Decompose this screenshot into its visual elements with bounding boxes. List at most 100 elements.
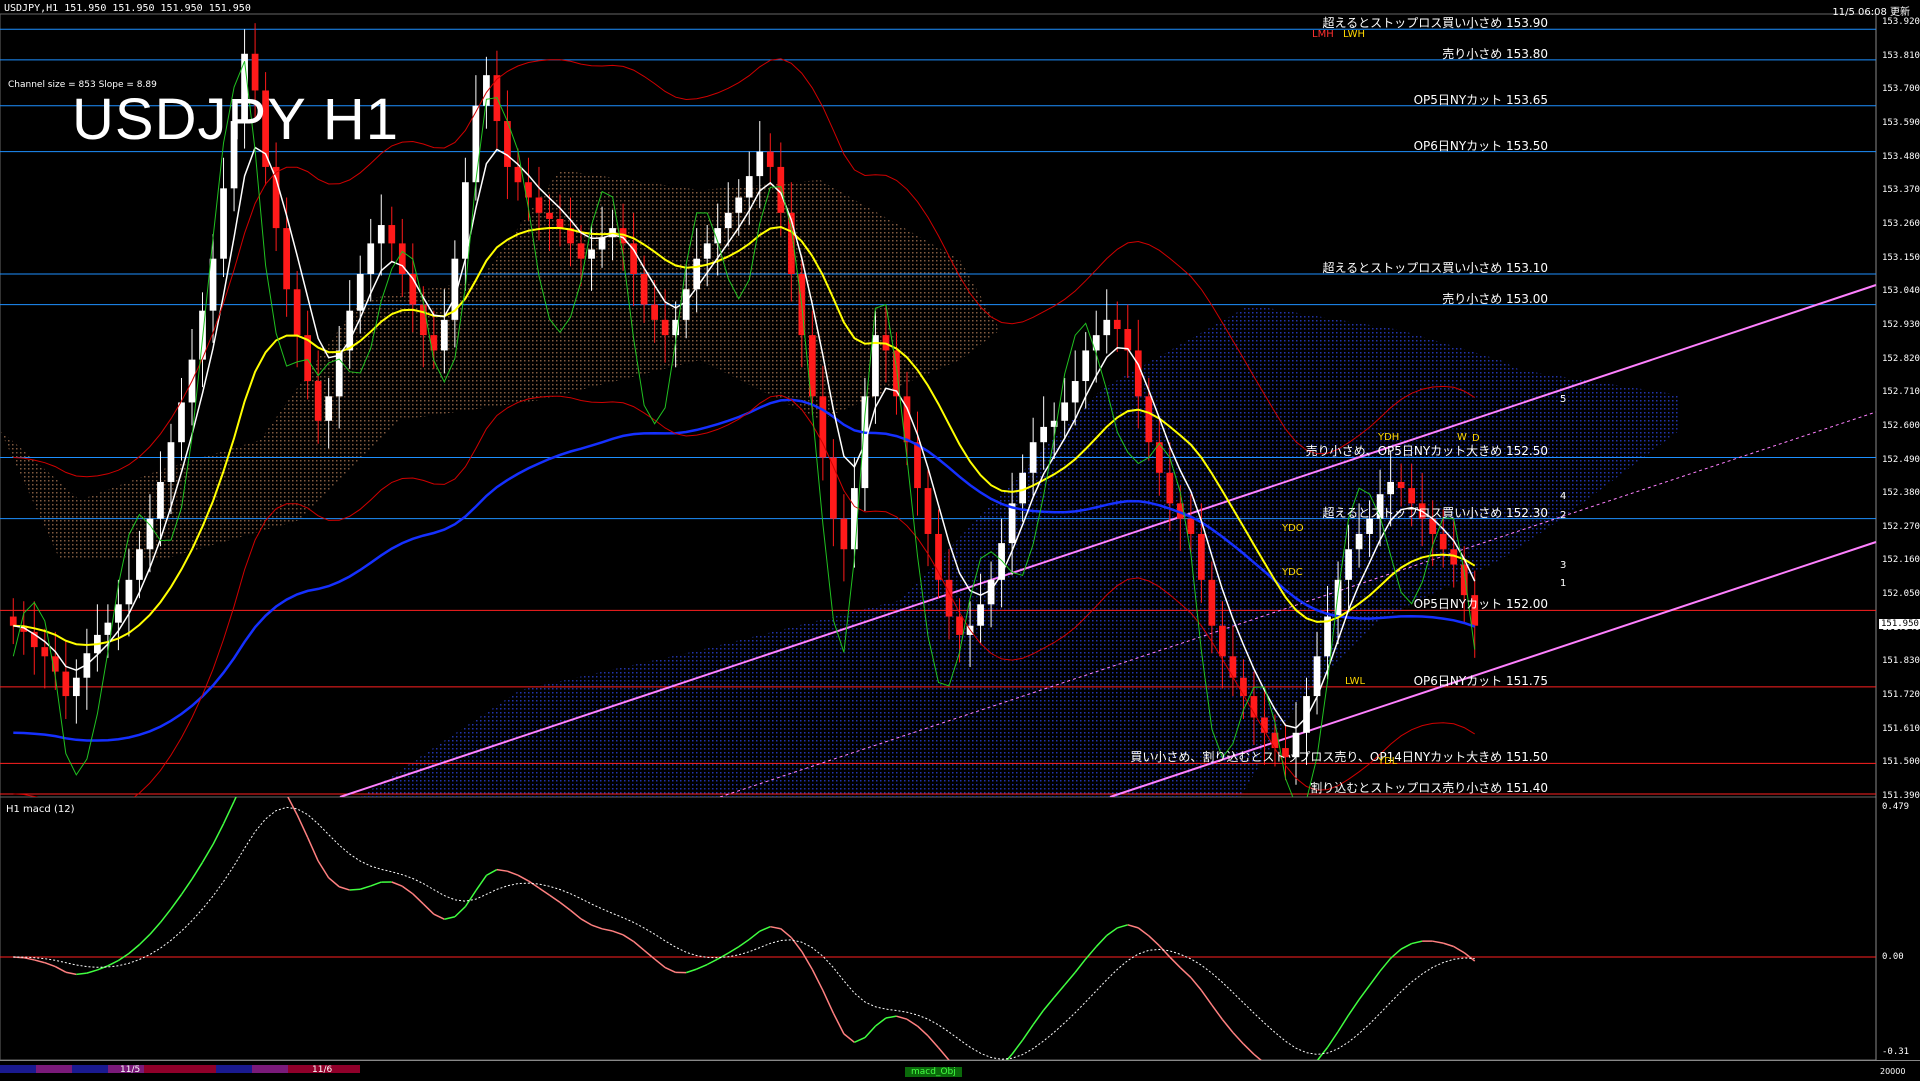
macd-line-segment bbox=[613, 931, 624, 935]
candle-body bbox=[178, 402, 185, 442]
macd-line-segment bbox=[224, 801, 235, 823]
macd-line-segment bbox=[907, 1019, 918, 1026]
macd-line-segment bbox=[581, 919, 592, 925]
macd-line-segment bbox=[1075, 959, 1086, 972]
candle-body bbox=[73, 678, 80, 696]
macd-line-segment bbox=[812, 970, 823, 991]
candle-body bbox=[473, 106, 480, 182]
macd-line-segment bbox=[781, 929, 792, 938]
price-tick-label: 152.820 bbox=[1882, 354, 1920, 364]
price-tick-label: 153.920 bbox=[1882, 17, 1920, 27]
macd-line-segment bbox=[1191, 978, 1202, 991]
macd-line-segment bbox=[791, 938, 802, 952]
macd-line-segment bbox=[1054, 985, 1065, 997]
macd-line-segment bbox=[139, 934, 150, 944]
candle-body bbox=[1124, 329, 1131, 350]
ydh-label: YDH bbox=[1378, 432, 1399, 443]
current-price-box: 151.950 bbox=[1879, 619, 1920, 629]
price-tick-label: 152.050 bbox=[1882, 589, 1920, 599]
bottom-axis-right-label: 20000 bbox=[1880, 1067, 1905, 1076]
price-tick-label: 152.710 bbox=[1882, 387, 1920, 397]
candle-body bbox=[336, 350, 343, 396]
macd-line-segment bbox=[1065, 972, 1076, 985]
macd-line-segment bbox=[1443, 943, 1454, 946]
macd-line-segment bbox=[34, 960, 45, 963]
candle-body bbox=[515, 167, 522, 182]
macd-axis-zero: 0.00 bbox=[1882, 952, 1904, 962]
macd-object-tab[interactable]: macd_Obj bbox=[905, 1067, 962, 1077]
macd-line-segment bbox=[1380, 958, 1391, 971]
macd-line-segment bbox=[644, 950, 655, 959]
candle-body bbox=[1356, 534, 1363, 549]
level-label: 売り小さめ 153.80 bbox=[1442, 45, 1548, 62]
candle-body bbox=[1251, 696, 1258, 717]
macd-line-segment bbox=[1180, 968, 1191, 978]
symbol-header: USDJPY,H1 151.950 151.950 151.950 151.95… bbox=[4, 3, 251, 14]
level-label: OP6日NYカット 153.50 bbox=[1414, 137, 1548, 154]
macd-line-segment bbox=[455, 907, 466, 917]
level-label: 売り小さめ 153.00 bbox=[1442, 290, 1548, 307]
candle-body bbox=[1398, 482, 1405, 488]
macd-line-segment bbox=[1128, 925, 1139, 928]
candle-body bbox=[62, 672, 69, 696]
price-tick-label: 153.260 bbox=[1882, 219, 1920, 229]
macd-signal-line bbox=[13, 807, 1474, 1059]
macd-line-segment bbox=[318, 861, 329, 878]
macd-line-segment bbox=[1096, 935, 1107, 946]
ydc-label: YDC bbox=[1282, 567, 1303, 578]
candle-body bbox=[273, 167, 280, 228]
lwh-label: LWH bbox=[1343, 29, 1365, 40]
macd-line-segment bbox=[413, 894, 424, 904]
macd-line-segment bbox=[1222, 1019, 1233, 1032]
macd-line-segment bbox=[287, 797, 298, 815]
candle-body bbox=[746, 176, 753, 197]
price-tick-label: 151.720 bbox=[1882, 690, 1920, 700]
level-label: 売り小さめ、OP5日NYカット大きめ 152.50 bbox=[1306, 442, 1548, 459]
macd-line-segment bbox=[434, 914, 445, 919]
session-color-strip bbox=[0, 1065, 360, 1073]
candle-body bbox=[704, 243, 711, 258]
candle-body bbox=[735, 198, 742, 213]
candle-body bbox=[105, 623, 112, 635]
candle-body bbox=[683, 289, 690, 320]
macd-line-segment bbox=[55, 967, 66, 973]
macd-line-segment bbox=[1359, 985, 1370, 999]
macd-chart[interactable] bbox=[0, 797, 1920, 1060]
macd-line-segment bbox=[886, 1016, 897, 1018]
candle-body bbox=[1209, 580, 1216, 626]
macd-line-segment bbox=[297, 815, 308, 838]
macd-line-segment bbox=[1033, 1010, 1044, 1025]
candle-body bbox=[1187, 519, 1194, 534]
candle-body bbox=[1387, 482, 1394, 494]
macd-line-segment bbox=[592, 925, 603, 929]
macd-line-segment bbox=[939, 1048, 950, 1060]
candle-body bbox=[367, 243, 374, 274]
macd-line-segment bbox=[560, 902, 571, 910]
candle-body bbox=[557, 219, 564, 228]
macd-line-segment bbox=[213, 824, 224, 845]
macd-line-segment bbox=[865, 1026, 876, 1038]
candle-body bbox=[1061, 402, 1068, 420]
channel-number-4: 4 bbox=[1560, 491, 1566, 502]
candle-body bbox=[956, 617, 963, 635]
candle-body bbox=[1166, 473, 1173, 504]
macd-line-segment bbox=[1412, 941, 1423, 943]
candle-body bbox=[536, 198, 543, 213]
date-tab-11-5: 11/5 bbox=[120, 1065, 140, 1075]
macd-line-segment bbox=[518, 875, 529, 881]
candle-body bbox=[1366, 519, 1373, 534]
candle-body bbox=[756, 152, 763, 176]
macd-axis-bottom: -0.31 bbox=[1882, 1047, 1909, 1057]
level-label: OP6日NYカット 151.75 bbox=[1414, 672, 1548, 689]
lmh-label: LMH bbox=[1312, 29, 1334, 40]
macd-line-segment bbox=[1201, 990, 1212, 1005]
candle-body bbox=[1240, 678, 1247, 696]
candle-body bbox=[136, 549, 143, 580]
macd-line-segment bbox=[329, 878, 340, 887]
macd-line-segment bbox=[634, 941, 645, 950]
candle-body bbox=[599, 237, 606, 249]
macd-line-segment bbox=[181, 879, 192, 894]
macd-line-segment bbox=[1233, 1033, 1244, 1044]
macd-line-segment bbox=[707, 959, 718, 964]
price-tick-label: 153.700 bbox=[1882, 84, 1920, 94]
